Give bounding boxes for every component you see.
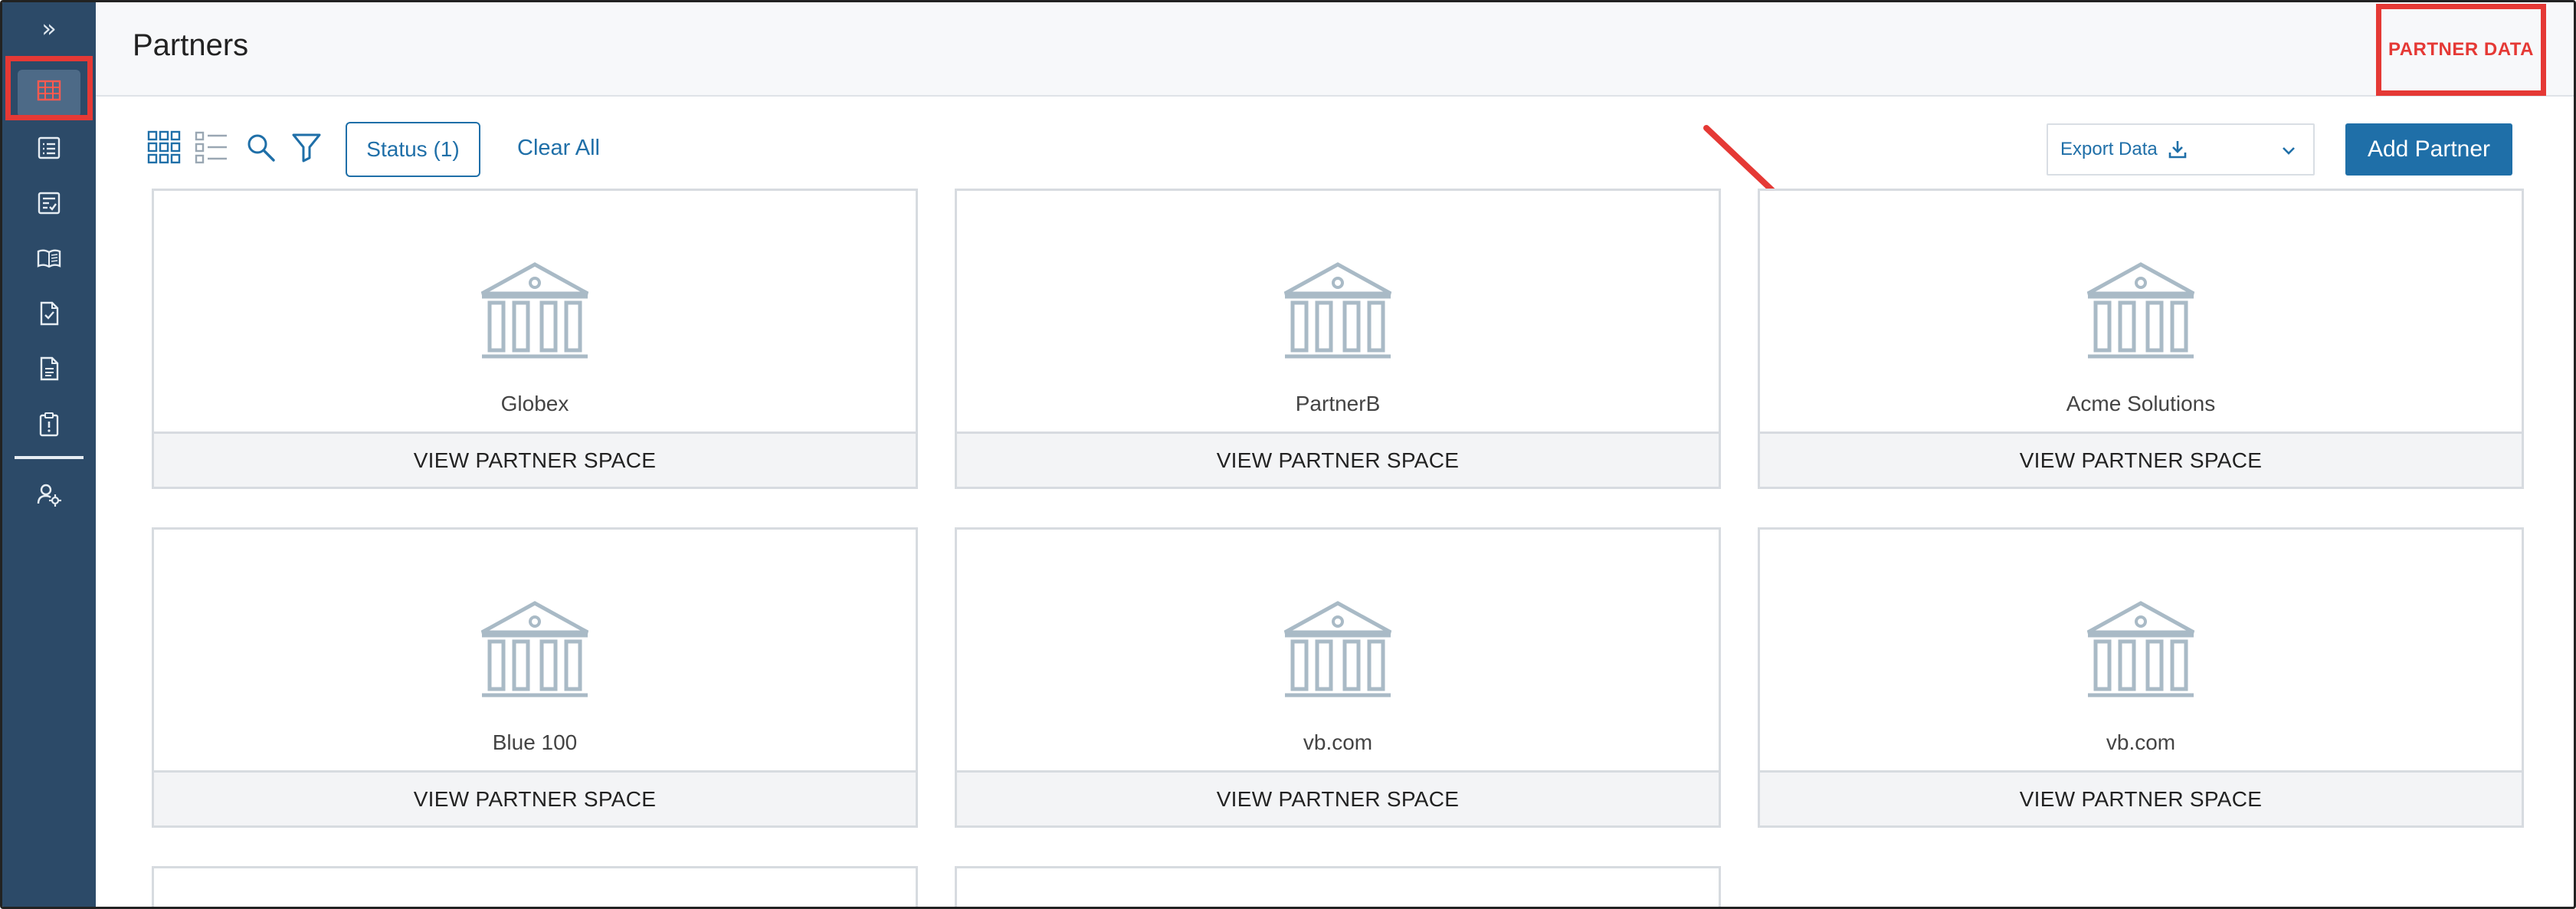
- list-icon: [38, 136, 61, 159]
- partner-card[interactable]: vb.com VIEW PARTNER SPACE: [955, 527, 1721, 828]
- add-partner-button[interactable]: Add Partner: [2345, 123, 2512, 176]
- status-filter-chip[interactable]: Status (1): [346, 122, 480, 177]
- partner-card-partial[interactable]: [152, 866, 918, 907]
- checklist-icon: [38, 192, 61, 215]
- document-check-icon: [40, 301, 59, 326]
- sidebar-item-checklist[interactable]: [2, 176, 96, 231]
- view-partner-space-button[interactable]: VIEW PARTNER SPACE: [1760, 770, 2522, 825]
- chevron-down-icon: [2281, 142, 2296, 163]
- sidebar-item-document[interactable]: [2, 341, 96, 396]
- view-partner-space-button[interactable]: VIEW PARTNER SPACE: [154, 770, 916, 825]
- download-icon: [2167, 139, 2188, 160]
- partner-name: vb.com: [1303, 730, 1373, 754]
- page-header: Partners PARTNER DATA: [96, 2, 2574, 97]
- toolbar: Status (1) Clear All Export Data Add Par…: [96, 117, 2574, 180]
- page-title: Partners: [133, 28, 249, 62]
- sidebar-expand-toggle[interactable]: »: [2, 8, 96, 48]
- export-data-label: Export Data: [2060, 139, 2158, 159]
- view-partner-space-button[interactable]: VIEW PARTNER SPACE: [154, 432, 916, 487]
- partner-card[interactable]: Globex VIEW PARTNER SPACE: [152, 189, 918, 489]
- sidebar-item-user-settings[interactable]: [2, 467, 96, 522]
- bank-icon: [1283, 262, 1392, 359]
- partner-card[interactable]: Blue 100 VIEW PARTNER SPACE: [152, 527, 918, 828]
- partner-data-button[interactable]: PARTNER DATA: [2376, 4, 2546, 96]
- list-view-icon: [195, 131, 227, 164]
- view-partner-space-button[interactable]: VIEW PARTNER SPACE: [957, 432, 1719, 487]
- partner-name: vb.com: [2106, 730, 2176, 754]
- partner-name: PartnerB: [1295, 392, 1381, 415]
- partner-name: Acme Solutions: [2066, 392, 2216, 415]
- bank-icon: [1283, 601, 1392, 697]
- view-partner-space-button[interactable]: VIEW PARTNER SPACE: [1760, 432, 2522, 487]
- bank-icon: [480, 262, 589, 359]
- view-partner-space-button[interactable]: VIEW PARTNER SPACE: [957, 770, 1719, 825]
- bank-icon: [2086, 601, 2195, 697]
- sidebar-item-list[interactable]: [2, 120, 96, 176]
- grid-view-icon: [147, 130, 181, 164]
- sidebar-item-clipboard-alert[interactable]: [2, 396, 96, 451]
- partner-name: Globex: [500, 392, 569, 415]
- partner-data-label: PARTNER DATA: [2388, 39, 2534, 60]
- book-icon: [37, 249, 61, 268]
- grid-view-button[interactable]: [145, 128, 183, 166]
- partner-card-partial[interactable]: [955, 866, 1721, 907]
- sidebar-item-book[interactable]: [2, 231, 96, 286]
- clipboard-alert-icon: [39, 412, 59, 437]
- filter-button[interactable]: [287, 128, 326, 166]
- sidebar-highlight-annotation: [5, 56, 93, 120]
- partner-card[interactable]: vb.com VIEW PARTNER SPACE: [1758, 527, 2524, 828]
- export-data-dropdown[interactable]: Export Data: [2047, 123, 2315, 176]
- partner-name: Blue 100: [492, 730, 578, 754]
- clear-all-link[interactable]: Clear All: [517, 136, 600, 161]
- sidebar-item-document-check[interactable]: [2, 286, 96, 341]
- filter-icon: [292, 133, 321, 162]
- bank-icon: [2086, 262, 2195, 359]
- search-icon: [247, 134, 275, 162]
- sidebar: »: [2, 2, 96, 907]
- app-window: » Partners PARTNER DATA Status (1) Clear…: [0, 0, 2576, 909]
- search-button[interactable]: [241, 128, 280, 166]
- list-view-button[interactable]: [192, 128, 231, 166]
- partner-card[interactable]: PartnerB VIEW PARTNER SPACE: [955, 189, 1721, 489]
- user-settings-icon: [37, 484, 61, 507]
- bank-icon: [480, 601, 589, 697]
- document-icon: [40, 356, 59, 381]
- partner-card[interactable]: Acme Solutions VIEW PARTNER SPACE: [1758, 189, 2524, 489]
- sidebar-divider: [15, 456, 84, 459]
